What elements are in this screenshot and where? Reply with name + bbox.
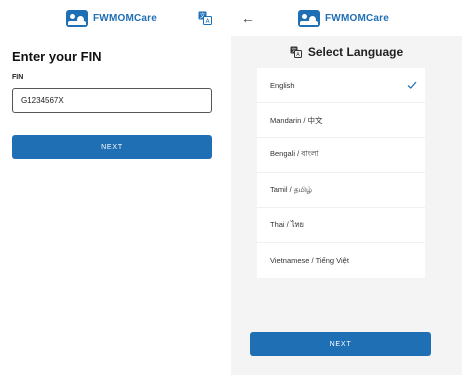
next-button[interactable]: NEXT bbox=[250, 332, 431, 356]
fin-input[interactable] bbox=[12, 88, 212, 113]
app-brand-name: FWMOMCare bbox=[93, 12, 158, 24]
language-option-mandarin[interactable]: Mandarin / 中文 bbox=[257, 103, 425, 138]
fin-field-label: FIN bbox=[12, 74, 24, 81]
language-screen: ← FWMOMCare 文 A Select Language English … bbox=[231, 0, 462, 375]
language-title-row: 文 A Select Language bbox=[231, 45, 462, 59]
app-brand: FWMOMCare bbox=[66, 8, 157, 28]
check-icon bbox=[407, 81, 417, 89]
language-option-bengali[interactable]: Bengali / বাংলা bbox=[257, 138, 425, 173]
language-label: Tamil / தமிழ் bbox=[270, 185, 313, 194]
language-option-english[interactable]: English bbox=[257, 68, 425, 103]
language-list: English Mandarin / 中文 Bengali / বাংলা Ta… bbox=[257, 68, 425, 278]
language-label: Bengali / বাংলা bbox=[270, 149, 319, 158]
language-label: Mandarin / 中文 bbox=[270, 115, 323, 125]
back-arrow-icon[interactable]: ← bbox=[241, 9, 255, 27]
app-brand-name: FWMOMCare bbox=[325, 12, 390, 24]
translate-icon: 文 A bbox=[290, 46, 302, 58]
page-title: Enter your FIN bbox=[12, 49, 102, 64]
page-title: Select Language bbox=[307, 45, 404, 59]
app-logo-icon bbox=[66, 9, 88, 27]
language-label: English bbox=[270, 80, 295, 90]
next-button[interactable]: NEXT bbox=[12, 135, 212, 159]
language-option-thai[interactable]: Thai / ไทย bbox=[257, 208, 425, 243]
fin-screen: FWMOMCare 文 A Enter your FIN FIN NEXT bbox=[0, 0, 224, 375]
svg-text:A: A bbox=[296, 52, 300, 58]
language-label: Thai / ไทย bbox=[270, 220, 304, 229]
app-bar: ← FWMOMCare bbox=[231, 0, 462, 36]
app-bar: FWMOMCare 文 A bbox=[0, 0, 224, 36]
language-label: Vietnamese / Tiếng Việt bbox=[270, 256, 349, 265]
language-option-vietnamese[interactable]: Vietnamese / Tiếng Việt bbox=[257, 243, 425, 278]
app-brand: FWMOMCare bbox=[298, 8, 389, 28]
translate-icon[interactable]: 文 A bbox=[198, 11, 212, 25]
language-option-tamil[interactable]: Tamil / தமிழ் bbox=[257, 173, 425, 208]
app-logo-icon bbox=[298, 9, 320, 27]
